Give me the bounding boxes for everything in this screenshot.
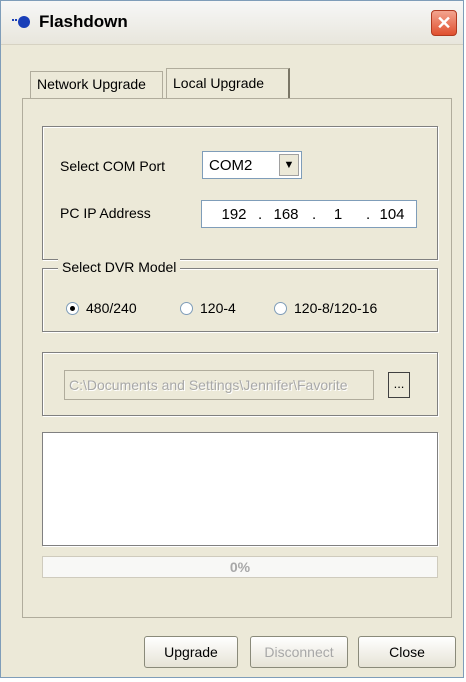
tab-network-upgrade[interactable]: Network Upgrade: [30, 71, 163, 98]
ellipsis-icon: ...: [393, 376, 405, 391]
progress-text: 0%: [229, 559, 251, 575]
tab-label: Local Upgrade: [173, 75, 265, 91]
file-path-input: C:\Documents and Settings\Jennifer\Favor…: [64, 370, 374, 400]
file-path-value: C:\Documents and Settings\Jennifer\Favor…: [69, 377, 348, 393]
dvr-model-legend: Select DVR Model: [58, 259, 181, 275]
tab-label: Network Upgrade: [37, 76, 146, 92]
radio-button[interactable]: [274, 302, 287, 315]
log-output-area: [42, 432, 438, 546]
window-close-button[interactable]: ✕: [431, 10, 457, 36]
ip-separator: .: [366, 206, 371, 223]
ip-octet-4[interactable]: 104: [374, 206, 410, 223]
browse-button[interactable]: ...: [388, 372, 410, 398]
upgrade-button[interactable]: Upgrade: [144, 636, 238, 668]
ip-address-label: PC IP Address: [60, 205, 151, 221]
ip-separator: .: [258, 206, 263, 223]
ip-octet-1[interactable]: 192: [216, 206, 252, 223]
radio-label: 120-8/120-16: [294, 300, 378, 316]
app-icon: [12, 16, 30, 28]
disconnect-button[interactable]: Disconnect: [250, 636, 348, 668]
tab-local-upgrade[interactable]: Local Upgrade: [166, 68, 290, 98]
ip-octet-2[interactable]: 168: [268, 206, 304, 223]
radio-dot: [70, 306, 75, 311]
radio-label: 480/240: [86, 300, 137, 316]
com-port-value: COM2: [209, 157, 253, 174]
title-bar[interactable]: Flashdown ✕: [1, 1, 463, 45]
ip-octet-3[interactable]: 1: [320, 206, 356, 223]
ip-address-field[interactable]: 192 . 168 . 1 . 104: [201, 200, 417, 228]
window-title: Flashdown: [39, 12, 128, 31]
radio-label: 120-4: [200, 300, 236, 316]
ip-separator: .: [312, 206, 317, 223]
com-port-group: [42, 126, 438, 260]
close-icon: ✕: [436, 13, 452, 33]
close-button[interactable]: Close: [358, 636, 456, 668]
com-port-label: Select COM Port: [60, 158, 166, 174]
com-port-select[interactable]: COM2 ▼: [202, 151, 302, 179]
chevron-down-icon[interactable]: ▼: [279, 154, 299, 176]
radio-button[interactable]: [180, 302, 193, 315]
progress-bar: 0%: [42, 556, 438, 578]
radio-button-selected[interactable]: [66, 302, 79, 315]
